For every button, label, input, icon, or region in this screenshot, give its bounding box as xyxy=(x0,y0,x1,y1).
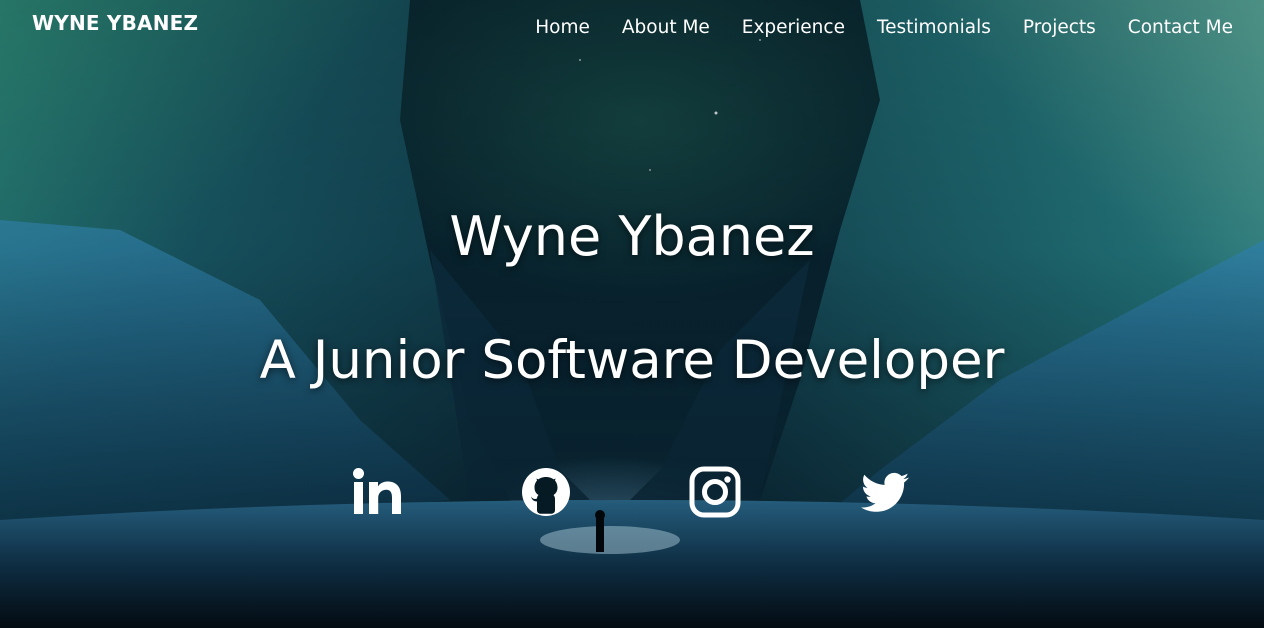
hero-name: Wyne Ybanez xyxy=(449,205,815,268)
brand-logo-text[interactable]: WYNE YBANEZ xyxy=(32,11,198,35)
nav-testimonials[interactable]: Testimonials xyxy=(877,17,991,38)
instagram-icon[interactable] xyxy=(689,466,741,518)
nav-projects[interactable]: Projects xyxy=(1023,17,1096,38)
nav-experience[interactable]: Experience xyxy=(742,17,845,38)
twitter-icon[interactable] xyxy=(859,466,911,518)
overlay-shade xyxy=(0,0,1264,628)
main-nav: Home About Me Experience Testimonials Pr… xyxy=(535,17,1233,38)
page: WYNE YBANEZ Home About Me Experience Tes… xyxy=(0,0,1264,628)
nav-contact-me[interactable]: Contact Me xyxy=(1128,17,1233,38)
hero-role: A Junior Software Developer xyxy=(259,330,1005,391)
github-icon[interactable] xyxy=(520,466,572,518)
nav-about-me[interactable]: About Me xyxy=(622,17,710,38)
linkedin-icon[interactable] xyxy=(352,466,404,518)
nav-home[interactable]: Home xyxy=(535,17,590,38)
